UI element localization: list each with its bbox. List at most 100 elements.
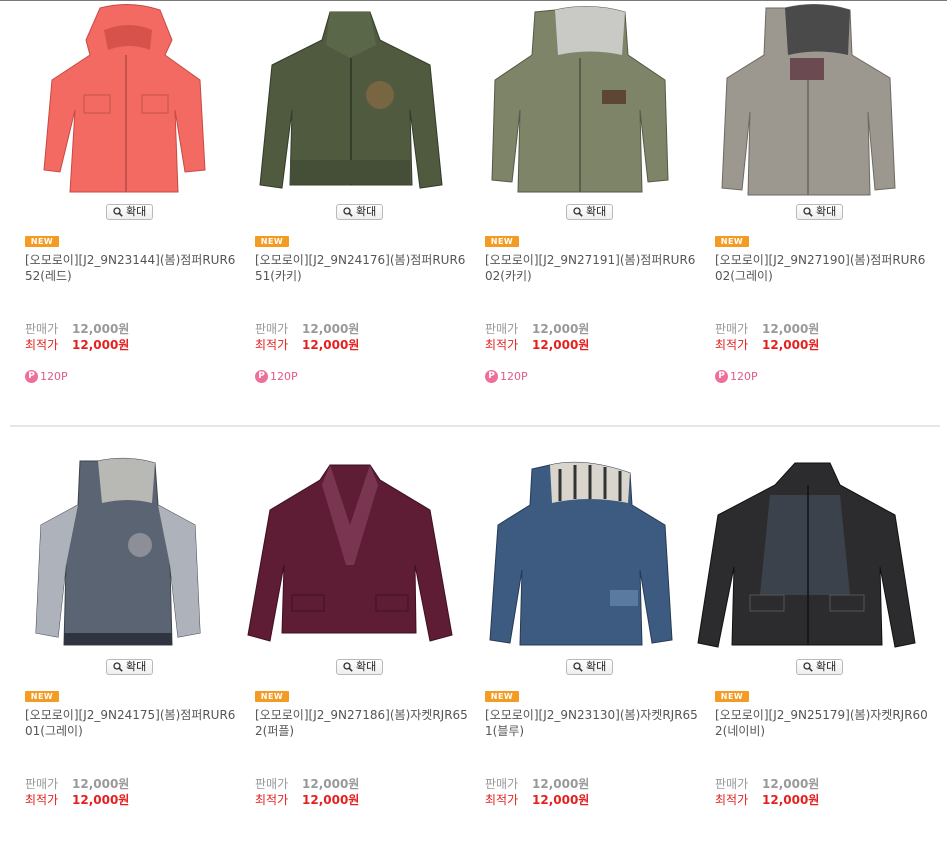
product-image[interactable] — [690, 455, 920, 655]
points-value: 120P — [270, 370, 298, 383]
zoom-label: 확대 — [356, 205, 377, 218]
product-card: 확대 NEW [오모로이][J2_9N23144](봄)점퍼RUR652(레드)… — [0, 0, 235, 410]
sale-price-value: 12,000원 — [762, 322, 820, 336]
best-price-line: 최적가 12,000원 — [485, 337, 589, 353]
best-price-label: 최적가 — [255, 793, 289, 807]
new-badge: NEW — [255, 236, 289, 247]
best-price-value: 12,000원 — [72, 338, 130, 352]
sale-price-line: 판매가 12,000원 — [715, 776, 819, 792]
sale-price-value: 12,000원 — [302, 322, 360, 336]
new-badge: NEW — [485, 236, 519, 247]
product-name[interactable]: [오모로이][J2_9N24175](봄)점퍼RUR601(그레이) — [25, 707, 240, 739]
best-price-line: 최적가 12,000원 — [485, 792, 589, 808]
sale-price-label: 판매가 — [25, 322, 59, 336]
product-name[interactable]: [오모로이][J2_9N23144](봄)점퍼RUR652(레드) — [25, 252, 240, 284]
best-price-label: 최적가 — [715, 338, 749, 352]
best-price-line: 최적가 12,000원 — [715, 792, 819, 808]
new-badge: NEW — [25, 691, 59, 702]
point-icon: P — [715, 370, 728, 383]
new-badge: NEW — [25, 236, 59, 247]
magnifier-icon — [803, 662, 813, 672]
best-price-label: 최적가 — [485, 338, 519, 352]
point-icon: P — [255, 370, 268, 383]
zoom-button[interactable]: 확대 — [336, 204, 384, 220]
zoom-button[interactable]: 확대 — [796, 659, 844, 675]
best-price-value: 12,000원 — [762, 338, 820, 352]
product-image[interactable] — [460, 455, 690, 655]
best-price-value: 12,000원 — [302, 338, 360, 352]
best-price-line: 최적가 12,000원 — [255, 337, 359, 353]
zoom-button[interactable]: 확대 — [566, 659, 614, 675]
zoom-button[interactable]: 확대 — [336, 659, 384, 675]
best-price-line: 최적가 12,000원 — [255, 792, 359, 808]
sale-price-line: 판매가 12,000원 — [485, 776, 589, 792]
zoom-label: 확대 — [356, 660, 377, 673]
product-name[interactable]: [오모로이][J2_9N27191](봄)점퍼RUR602(카키) — [485, 252, 700, 284]
product-name[interactable]: [오모로이][J2_9N27190](봄)점퍼RUR602(그레이) — [715, 252, 930, 284]
best-price-line: 최적가 12,000원 — [715, 337, 819, 353]
magnifier-icon — [113, 207, 123, 217]
row-divider — [10, 425, 940, 427]
sale-price-value: 12,000원 — [72, 777, 130, 791]
product-row-2: 확대 NEW [오모로이][J2_9N24175](봄)점퍼RUR601(그레이… — [0, 455, 947, 865]
product-name[interactable]: [오모로이][J2_9N27186](봄)자켓RJR652(퍼플) — [255, 707, 470, 739]
sale-price-line: 판매가 12,000원 — [255, 776, 359, 792]
zoom-label: 확대 — [816, 205, 837, 218]
product-card: 확대 NEW [오모로이][J2_9N24176](봄)점퍼RUR651(카키)… — [230, 0, 465, 410]
product-card: 확대 NEW [오모로이][J2_9N25179](봄)자켓RJR602(네이비… — [690, 455, 928, 865]
product-image[interactable] — [230, 0, 460, 200]
best-price-value: 12,000원 — [532, 338, 590, 352]
zoom-label: 확대 — [586, 205, 607, 218]
zoom-button[interactable]: 확대 — [796, 204, 844, 220]
sale-price-value: 12,000원 — [302, 777, 360, 791]
points-info: P 120P — [485, 370, 528, 383]
sale-price-label: 판매가 — [485, 322, 519, 336]
sale-price-line: 판매가 12,000원 — [485, 321, 589, 337]
best-price-value: 12,000원 — [302, 793, 360, 807]
best-price-label: 최적가 — [255, 338, 289, 352]
best-price-value: 12,000원 — [72, 793, 130, 807]
product-image[interactable] — [230, 455, 460, 655]
product-card: 확대 NEW [오모로이][J2_9N23130](봄)자켓RJR651(블루)… — [460, 455, 698, 865]
best-price-line: 최적가 12,000원 — [25, 337, 129, 353]
product-image[interactable] — [0, 0, 230, 200]
new-badge: NEW — [255, 691, 289, 702]
new-badge: NEW — [485, 691, 519, 702]
best-price-label: 최적가 — [25, 793, 59, 807]
best-price-value: 12,000원 — [532, 793, 590, 807]
zoom-button[interactable]: 확대 — [106, 204, 154, 220]
zoom-label: 확대 — [586, 660, 607, 673]
points-value: 120P — [730, 370, 758, 383]
product-name[interactable]: [오모로이][J2_9N23130](봄)자켓RJR651(블루) — [485, 707, 700, 739]
sale-price-value: 12,000원 — [532, 322, 590, 336]
zoom-button[interactable]: 확대 — [566, 204, 614, 220]
points-info: P 120P — [25, 370, 68, 383]
product-card: 확대 NEW [오모로이][J2_9N27186](봄)자켓RJR652(퍼플)… — [230, 455, 468, 865]
sale-price-value: 12,000원 — [762, 777, 820, 791]
points-info: P 120P — [255, 370, 298, 383]
new-badge: NEW — [715, 691, 749, 702]
sale-price-label: 판매가 — [255, 322, 289, 336]
zoom-label: 확대 — [126, 205, 147, 218]
product-card: 확대 NEW [오모로이][J2_9N27191](봄)점퍼RUR602(카키)… — [460, 0, 695, 410]
magnifier-icon — [343, 662, 353, 672]
magnifier-icon — [803, 207, 813, 217]
best-price-label: 최적가 — [25, 338, 59, 352]
product-image[interactable] — [690, 0, 920, 200]
best-price-label: 최적가 — [715, 793, 749, 807]
sale-price-line: 판매가 12,000원 — [715, 321, 819, 337]
sale-price-line: 판매가 12,000원 — [25, 321, 129, 337]
product-name[interactable]: [오모로이][J2_9N25179](봄)자켓RJR602(네이비) — [715, 707, 930, 739]
sale-price-label: 판매가 — [715, 322, 749, 336]
sale-price-label: 판매가 — [715, 777, 749, 791]
product-name[interactable]: [오모로이][J2_9N24176](봄)점퍼RUR651(카키) — [255, 252, 470, 284]
product-image[interactable] — [0, 455, 230, 655]
magnifier-icon — [343, 207, 353, 217]
product-card: 확대 NEW [오모로이][J2_9N27190](봄)점퍼RUR602(그레이… — [690, 0, 925, 410]
points-value: 120P — [500, 370, 528, 383]
product-row-1: 확대 NEW [오모로이][J2_9N23144](봄)점퍼RUR652(레드)… — [0, 0, 947, 410]
sale-price-label: 판매가 — [25, 777, 59, 791]
zoom-button[interactable]: 확대 — [106, 659, 154, 675]
product-image[interactable] — [460, 0, 690, 200]
product-card: 확대 NEW [오모로이][J2_9N24175](봄)점퍼RUR601(그레이… — [0, 455, 235, 865]
